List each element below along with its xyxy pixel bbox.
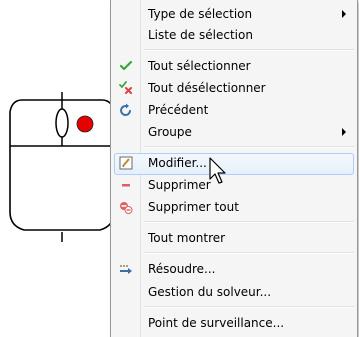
menu-item-label: Résoudre... (148, 262, 216, 276)
menu-separator (144, 252, 354, 254)
menu-item-label: Supprimer tout (148, 200, 239, 214)
menu-item-label: Précédent (148, 103, 209, 117)
menu-item-modifier[interactable]: Modifier... (114, 153, 354, 175)
menu-item-label: Liste de sélection (148, 28, 253, 42)
edit-pencil-icon (118, 155, 134, 171)
menu-item-type-de-selection[interactable]: Type de sélection (114, 4, 354, 24)
check-mark-icon (118, 58, 134, 74)
menu-item-label: Point de surveillance... (148, 316, 285, 330)
menu-item-supprimer-tout[interactable]: Supprimer tout (114, 197, 354, 217)
screen: Type de sélection Liste de sélection Tou… (0, 0, 359, 337)
submenu-arrow-icon (342, 10, 346, 18)
menu-item-precedent[interactable]: Précédent (114, 100, 354, 120)
delete-minus-icon (118, 177, 134, 193)
menu-item-label: Modifier... (148, 156, 207, 170)
menu-item-label: Supprimer (148, 178, 211, 192)
menu-item-label: Tout sélectionner (148, 59, 251, 73)
menu-item-liste-de-selection[interactable]: Liste de sélection (114, 25, 354, 45)
menu-item-resoudre[interactable]: Résoudre... (114, 259, 354, 279)
menu-item-label: Gestion du solveur... (148, 285, 272, 299)
menu-item-tout-selectionner[interactable]: Tout sélectionner (114, 56, 354, 76)
menu-separator (144, 146, 354, 148)
context-menu: Type de sélection Liste de sélection Tou… (110, 0, 358, 337)
previous-arrow-icon (118, 102, 134, 118)
mouse-pointer-icon (209, 157, 229, 185)
menu-item-label: Groupe (148, 125, 192, 139)
menu-item-label: Type de sélection (148, 7, 253, 21)
menu-item-point-de-surveillance[interactable]: Point de surveillance... (114, 313, 354, 333)
check-x-icon (118, 80, 134, 96)
menu-item-tout-deselectionner[interactable]: Tout désélectionner (114, 78, 354, 98)
menu-separator (144, 306, 354, 308)
solve-arrow-icon (118, 261, 134, 277)
menu-separator (144, 49, 354, 51)
menu-separator (144, 221, 354, 223)
delete-all-icon (118, 199, 134, 215)
menu-item-label: Tout montrer (148, 231, 226, 245)
menu-item-tout-montrer[interactable]: Tout montrer (114, 228, 354, 248)
submenu-arrow-icon (342, 128, 346, 136)
menu-item-groupe[interactable]: Groupe (114, 122, 354, 142)
menu-item-supprimer[interactable]: Supprimer (114, 175, 354, 195)
menu-item-label: Tout désélectionner (148, 81, 266, 95)
right-button-indicator (76, 115, 94, 133)
menu-item-gestion-du-solveur[interactable]: Gestion du solveur... (114, 282, 354, 302)
